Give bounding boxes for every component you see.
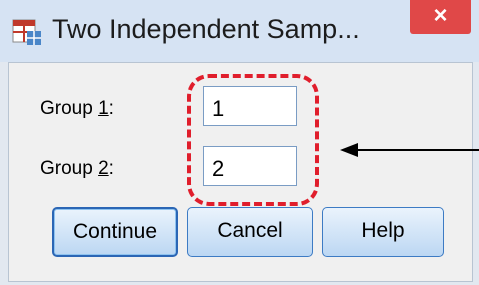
title-bar[interactable]: Two Independent Samp... × <box>0 0 479 62</box>
group1-mnemonic: 1 <box>98 98 109 119</box>
pointer-arrow-icon <box>340 143 479 157</box>
table-icon <box>12 19 41 45</box>
close-icon: × <box>433 2 448 29</box>
help-button[interactable]: Help <box>322 207 444 257</box>
group2-label: Group 2: <box>40 158 114 179</box>
continue-button[interactable]: Continue <box>52 207 178 257</box>
group1-label: Group 1: <box>40 98 114 119</box>
close-button[interactable]: × <box>410 0 471 34</box>
highlight-box <box>187 74 319 206</box>
window-title: Two Independent Samp... <box>52 14 360 44</box>
cancel-button[interactable]: Cancel <box>187 207 313 257</box>
group2-mnemonic: 2 <box>98 158 109 179</box>
dialog-window: Two Independent Samp... × Group 1: 1 Gro… <box>0 0 479 285</box>
